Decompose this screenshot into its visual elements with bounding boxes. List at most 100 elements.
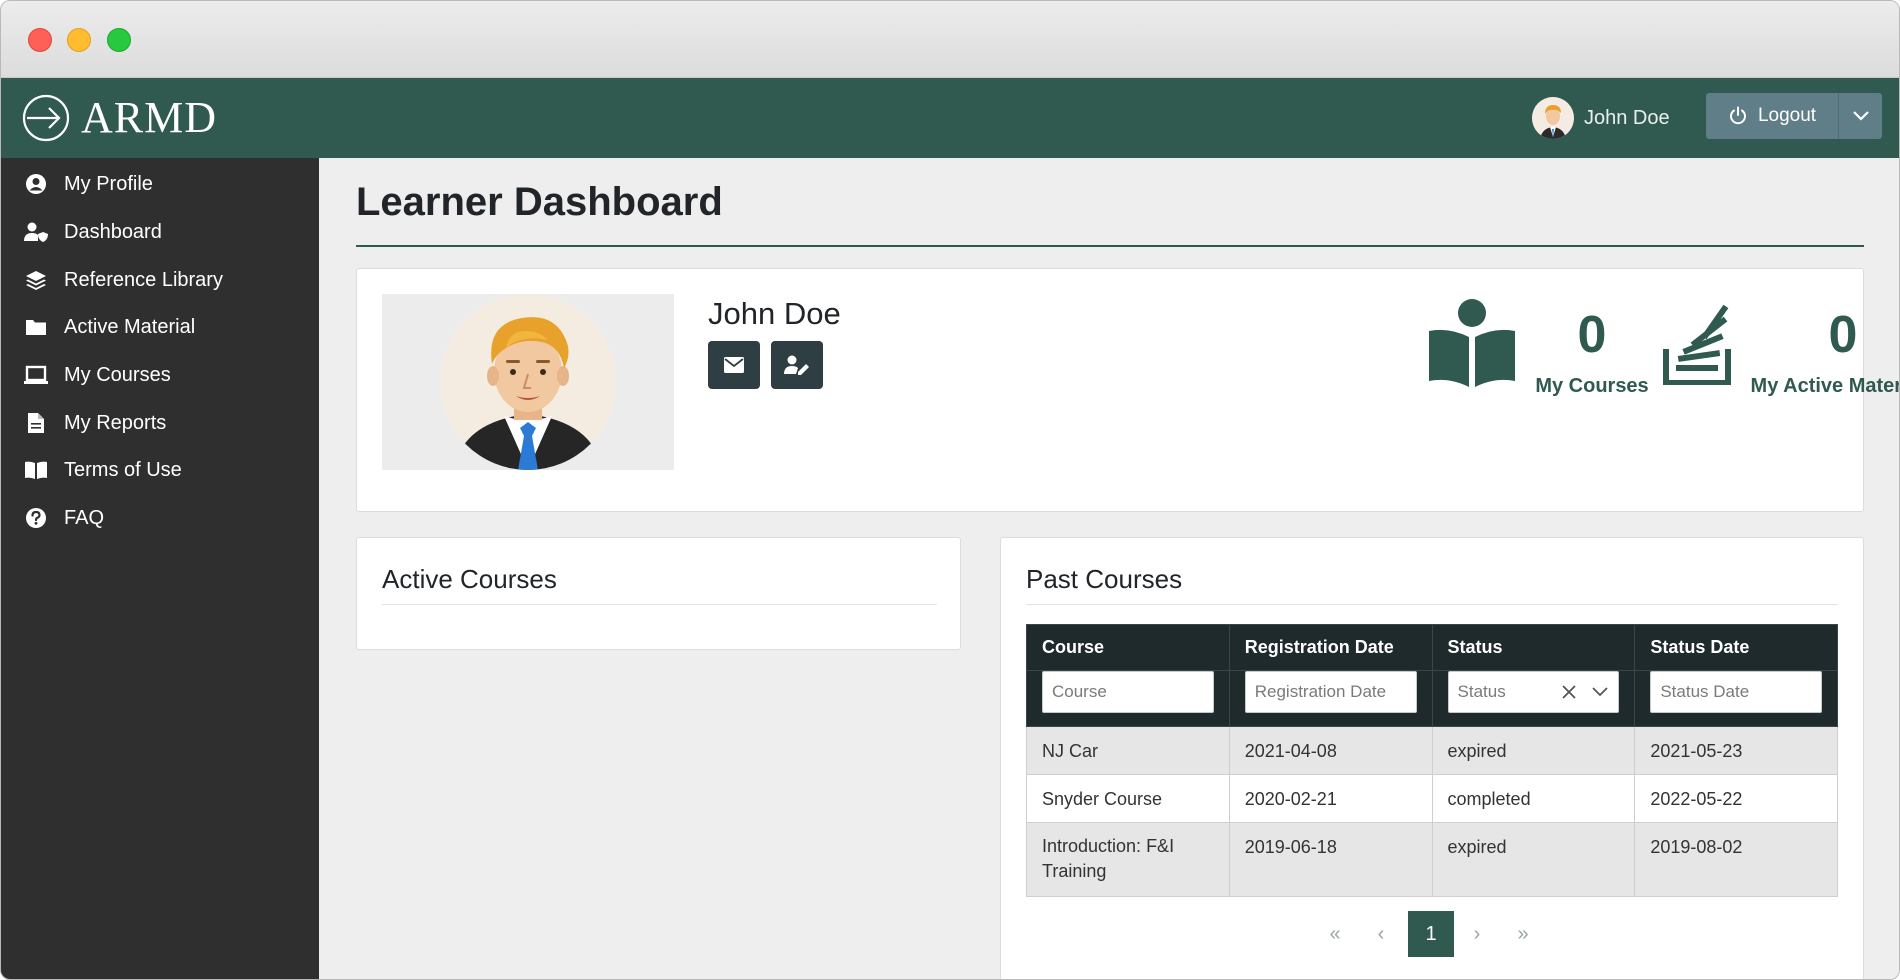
sidebar-item-label: Reference Library <box>64 268 223 291</box>
close-window-button[interactable] <box>28 28 52 52</box>
first-page-button[interactable]: « <box>1312 911 1358 957</box>
email-button[interactable] <box>708 341 760 389</box>
course-filter-input[interactable]: Course <box>1042 671 1214 713</box>
column-header-registration-date[interactable]: Registration Date <box>1228 624 1433 671</box>
cell-course: NJ Car <box>1026 726 1230 775</box>
registration-date-filter-input[interactable]: Registration Date <box>1244 671 1417 713</box>
sidebar-item-label: Active Material <box>64 315 196 338</box>
cell-status: expired <box>1431 822 1636 897</box>
my-courses-count: 0 <box>1577 306 1607 364</box>
card-divider <box>1026 604 1838 605</box>
status-filter-select[interactable]: Status <box>1447 671 1620 713</box>
app-window: ARMD John Doe Logout My Profile Dashboar… <box>0 0 1900 980</box>
edit-profile-button[interactable] <box>771 341 823 389</box>
last-page-button[interactable]: » <box>1500 911 1546 957</box>
column-header-status-date[interactable]: Status Date <box>1634 624 1838 671</box>
active-courses-card: Active Courses <box>356 537 961 650</box>
pagination: « ‹ 1 › » <box>1001 911 1865 957</box>
column-header-course[interactable]: Course <box>1026 624 1230 671</box>
sidebar-item-label: FAQ <box>64 506 105 529</box>
question-circle-icon <box>23 505 49 531</box>
cell-registration-date: 2019-06-18 <box>1228 822 1433 897</box>
reader-icon <box>1429 299 1515 387</box>
power-icon <box>1729 106 1746 125</box>
stack-icon <box>1663 304 1731 385</box>
laptop-icon <box>23 362 49 388</box>
top-navbar: ARMD John Doe Logout <box>1 78 1899 158</box>
sidebar-item-active-material[interactable]: Active Material <box>1 305 319 349</box>
user-portrait-icon <box>440 294 616 470</box>
logout-label: Logout <box>1757 105 1817 126</box>
arrow-circle-logo-icon <box>22 94 70 142</box>
folder-icon <box>23 314 49 340</box>
file-icon <box>23 410 49 436</box>
cell-registration-date: 2021-04-08 <box>1228 726 1433 775</box>
profile-card: John Doe 0 My Courses 0 My Active Mate <box>356 268 1899 512</box>
next-page-button[interactable]: › <box>1454 911 1500 957</box>
sidebar-item-label: My Profile <box>64 172 153 195</box>
sidebar: My Profile Dashboard Reference Library A… <box>1 158 319 979</box>
sidebar-item-terms-of-use[interactable]: Terms of Use <box>1 448 319 492</box>
main-content: Learner Dashboard John Doe 0 My Courses … <box>319 158 1899 979</box>
logout-button[interactable]: Logout <box>1706 93 1839 139</box>
status-date-filter-input[interactable]: Status Date <box>1650 671 1822 713</box>
header-user-name: John Doe <box>1584 106 1670 129</box>
logout-dropdown-toggle[interactable] <box>1839 93 1882 139</box>
sidebar-item-faq[interactable]: FAQ <box>1 496 319 540</box>
sidebar-item-label: Dashboard <box>64 220 162 243</box>
user-edit-icon <box>784 355 809 375</box>
cell-status: completed <box>1431 774 1636 823</box>
window-titlebar <box>1 1 1899 78</box>
my-courses-label: My Courses <box>1535 375 1649 397</box>
book-open-icon <box>23 457 49 483</box>
prev-page-button[interactable]: ‹ <box>1358 911 1404 957</box>
sidebar-item-dashboard[interactable]: Dashboard <box>1 210 319 254</box>
page-title: Learner Dashboard <box>356 180 723 224</box>
profile-photo <box>382 294 674 470</box>
past-courses-table: Course Registration Date Status Status D… <box>1026 624 1838 897</box>
sidebar-item-label: My Courses <box>64 363 171 386</box>
page-button-current[interactable]: 1 <box>1408 911 1454 957</box>
cell-status-date: 2021-05-23 <box>1634 726 1838 775</box>
column-header-status[interactable]: Status <box>1431 624 1636 671</box>
cell-registration-date: 2020-02-21 <box>1228 774 1433 823</box>
sidebar-item-my-courses[interactable]: My Courses <box>1 353 319 397</box>
avatar <box>1532 97 1574 139</box>
sidebar-item-my-profile[interactable]: My Profile <box>1 162 319 206</box>
table-row[interactable]: NJ Car 2021-04-08 expired 2021-05-23 <box>1026 726 1838 775</box>
table-row[interactable]: Introduction: F&I Training 2019-06-18 ex… <box>1026 822 1838 897</box>
cell-course: Snyder Course <box>1026 774 1230 823</box>
user-shield-icon <box>23 219 49 245</box>
logout-button-group: Logout <box>1706 93 1882 139</box>
cell-course: Introduction: F&I Training <box>1026 822 1230 897</box>
past-courses-card: Past Courses Course Registration Date St… <box>1000 537 1865 979</box>
sidebar-item-label: Terms of Use <box>64 458 182 481</box>
clear-icon[interactable] <box>1561 684 1577 700</box>
my-active-materials-count: 0 <box>1828 306 1858 364</box>
sidebar-item-label: My Reports <box>64 411 167 434</box>
layers-icon <box>23 267 49 293</box>
user-menu[interactable]: John Doe <box>1532 97 1670 139</box>
user-avatar-icon <box>1532 97 1574 139</box>
chevron-down-icon[interactable] <box>1591 686 1609 698</box>
cell-status-date: 2019-08-02 <box>1634 822 1838 897</box>
table-row[interactable]: Snyder Course 2020-02-21 completed 2022-… <box>1026 774 1838 823</box>
sidebar-item-reference-library[interactable]: Reference Library <box>1 258 319 302</box>
status-filter-placeholder: Status <box>1457 682 1506 701</box>
cell-status: expired <box>1431 726 1636 775</box>
user-circle-icon <box>23 171 49 197</box>
cell-status-date: 2022-05-22 <box>1634 774 1838 823</box>
past-courses-title: Past Courses <box>1026 564 1183 594</box>
my-active-materials-label: My Active Materials <box>1750 375 1899 397</box>
card-divider <box>382 604 937 605</box>
envelope-icon <box>724 357 744 373</box>
title-divider <box>356 245 1864 247</box>
maximize-window-button[interactable] <box>107 28 131 52</box>
brand-logo[interactable]: ARMD <box>21 92 217 144</box>
chevron-down-icon <box>1852 111 1869 121</box>
sidebar-item-my-reports[interactable]: My Reports <box>1 401 319 445</box>
active-courses-title: Active Courses <box>382 564 557 594</box>
minimize-window-button[interactable] <box>67 28 91 52</box>
profile-name: John Doe <box>708 296 841 331</box>
brand-name: ARMD <box>81 93 218 142</box>
